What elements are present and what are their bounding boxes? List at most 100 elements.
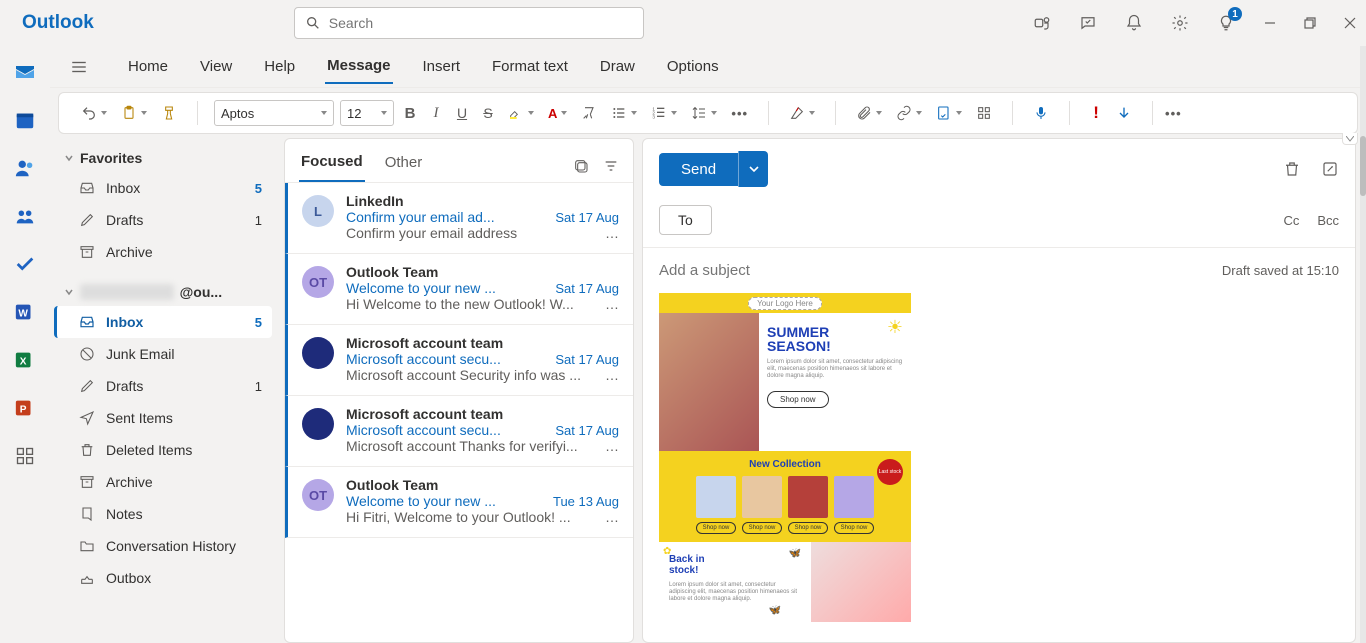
folder-archive[interactable]: Archive — [54, 466, 272, 498]
people-app-icon[interactable] — [13, 156, 37, 180]
search-box[interactable] — [294, 7, 644, 39]
message-date: Sat 17 Aug — [555, 352, 619, 367]
folder-notes[interactable]: Notes — [54, 498, 272, 530]
folder-inbox[interactable]: Inbox5 — [54, 306, 272, 338]
folder-conversation-history[interactable]: Conversation History — [54, 530, 272, 562]
tab-focused[interactable]: Focused — [299, 149, 365, 182]
gear-icon[interactable] — [1170, 13, 1190, 33]
message-preview: Microsoft account Thanks for verifyi...… — [346, 438, 619, 454]
italic-button[interactable]: I — [426, 100, 446, 126]
word-app-icon[interactable]: W — [13, 300, 37, 324]
account-section[interactable]: xxxxxxxxxxx@ou... — [54, 278, 272, 306]
bcc-button[interactable]: Bcc — [1317, 213, 1339, 228]
to-button[interactable]: To — [659, 205, 712, 235]
mail-app-icon[interactable] — [13, 60, 37, 84]
styles-button[interactable] — [785, 100, 819, 126]
select-mode-icon[interactable] — [573, 158, 589, 174]
font-family-select[interactable]: Aptos — [214, 100, 334, 126]
tab-format-text[interactable]: Format text — [490, 50, 570, 83]
groups-app-icon[interactable] — [13, 204, 37, 228]
maximize-icon[interactable] — [1304, 17, 1316, 29]
todo-app-icon[interactable] — [13, 252, 37, 276]
folder-sent[interactable]: Sent Items — [54, 402, 272, 434]
message-date: Tue 13 Aug — [553, 494, 619, 509]
tab-draw[interactable]: Draw — [598, 50, 637, 83]
scrollbar[interactable] — [1360, 46, 1366, 643]
attach-button[interactable] — [852, 100, 886, 126]
message-item[interactable]: L LinkedIn Confirm your email ad...Sat 1… — [285, 183, 633, 254]
more-apps-icon[interactable] — [13, 444, 37, 468]
highlight-button[interactable] — [504, 100, 538, 126]
numbering-button[interactable]: 123 — [647, 100, 681, 126]
message-list-pane: Focused Other L LinkedIn Confirm your em… — [284, 138, 634, 643]
folder-junk[interactable]: Junk Email — [54, 338, 272, 370]
clear-format-button[interactable] — [577, 100, 601, 126]
close-window-icon[interactable] — [1344, 17, 1356, 29]
minimize-icon[interactable] — [1264, 17, 1276, 29]
drafts-icon — [78, 211, 96, 229]
avatar: L — [302, 195, 334, 227]
svg-text:X: X — [20, 357, 27, 368]
tab-insert[interactable]: Insert — [421, 50, 463, 83]
tab-message[interactable]: Message — [325, 49, 392, 84]
ribbon-expand-icon[interactable] — [1342, 133, 1358, 145]
fav-drafts[interactable]: Drafts1 — [54, 204, 272, 236]
dictate-button[interactable] — [1029, 100, 1053, 126]
compose-pane: Send To Cc Bcc — [642, 138, 1356, 643]
message-item[interactable]: Microsoft account team Microsoft account… — [285, 325, 633, 396]
folder-outbox[interactable]: Outbox — [54, 562, 272, 594]
filter-icon[interactable] — [603, 158, 619, 174]
search-input[interactable] — [329, 15, 633, 31]
link-button[interactable] — [892, 100, 926, 126]
underline-button[interactable]: U — [452, 100, 472, 126]
undo-button[interactable] — [77, 100, 111, 126]
fav-inbox[interactable]: Inbox5 — [54, 172, 272, 204]
low-importance-button[interactable] — [1112, 100, 1136, 126]
teams-icon[interactable] — [1032, 13, 1052, 33]
discard-icon[interactable] — [1283, 160, 1301, 178]
powerpoint-app-icon[interactable]: P — [13, 396, 37, 420]
folder-drafts[interactable]: Drafts1 — [54, 370, 272, 402]
tab-help[interactable]: Help — [262, 50, 297, 83]
more-formatting-button[interactable]: ••• — [727, 100, 752, 126]
ribbon-overflow-button[interactable]: ••• — [1161, 100, 1186, 126]
calendar-app-icon[interactable] — [13, 108, 37, 132]
excel-app-icon[interactable]: X — [13, 348, 37, 372]
message-item[interactable]: OT Outlook Team Welcome to your new ...S… — [285, 254, 633, 325]
popout-icon[interactable] — [1321, 160, 1339, 178]
fav-archive[interactable]: Archive — [54, 236, 272, 268]
bell-icon[interactable] — [1124, 13, 1144, 33]
message-date: Sat 17 Aug — [555, 281, 619, 296]
tab-options[interactable]: Options — [665, 50, 721, 83]
bold-button[interactable]: B — [400, 100, 420, 126]
font-size-select[interactable]: 12 — [340, 100, 394, 126]
message-sender: Outlook Team — [346, 264, 619, 280]
format-painter-button[interactable] — [157, 100, 181, 126]
cc-button[interactable]: Cc — [1283, 213, 1299, 228]
send-button[interactable]: Send — [659, 153, 738, 186]
subject-input[interactable] — [659, 262, 1222, 279]
paste-button[interactable] — [117, 100, 151, 126]
tab-view[interactable]: View — [198, 50, 234, 83]
line-spacing-button[interactable] — [687, 100, 721, 126]
newsletter-template: Your Logo Here ☀ SUMMER SEASON! Lorem ip… — [659, 293, 911, 622]
message-item[interactable]: Microsoft account team Microsoft account… — [285, 396, 633, 467]
apps-button[interactable] — [972, 100, 996, 126]
email-body[interactable]: Your Logo Here ☀ SUMMER SEASON! Lorem ip… — [643, 293, 1355, 642]
tips-icon[interactable]: 1 — [1216, 13, 1236, 33]
tab-other[interactable]: Other — [383, 150, 425, 181]
chat-check-icon[interactable] — [1078, 13, 1098, 33]
signature-button[interactable] — [932, 100, 966, 126]
folder-deleted[interactable]: Deleted Items — [54, 434, 272, 466]
strikethrough-button[interactable]: S — [478, 100, 498, 126]
high-importance-button[interactable]: ! — [1086, 100, 1106, 126]
shop-now-button[interactable]: Shop now — [767, 391, 829, 408]
hamburger-icon[interactable] — [70, 58, 88, 76]
send-options-button[interactable] — [738, 151, 768, 187]
message-item[interactable]: OT Outlook Team Welcome to your new ...T… — [285, 467, 633, 538]
font-color-button[interactable]: A — [544, 100, 571, 126]
message-subject: Microsoft account secu... — [346, 422, 501, 438]
tab-home[interactable]: Home — [126, 50, 170, 83]
bullets-button[interactable] — [607, 100, 641, 126]
favorites-section[interactable]: Favorites — [54, 144, 272, 172]
